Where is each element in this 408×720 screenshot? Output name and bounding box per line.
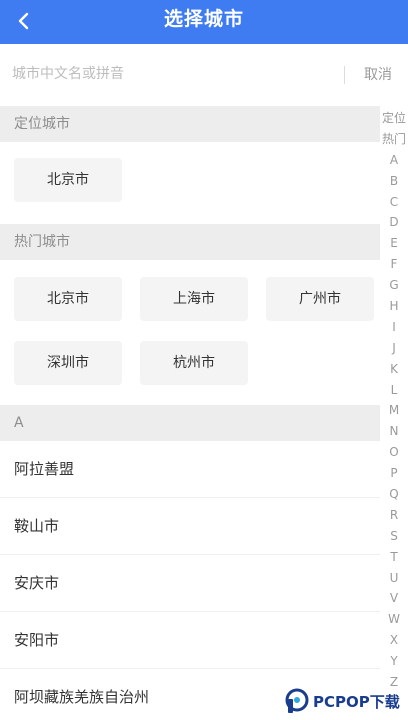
watermark: PCPOP下载 bbox=[284, 682, 408, 720]
index-item-k[interactable]: K bbox=[380, 359, 408, 380]
index-item-w[interactable]: W bbox=[380, 609, 408, 630]
search-input[interactable] bbox=[12, 60, 322, 88]
index-item-a[interactable]: A bbox=[380, 150, 408, 171]
search-bar: 取消 bbox=[0, 44, 408, 104]
pcpop-logo-icon bbox=[285, 688, 309, 713]
index-item-h[interactable]: H bbox=[380, 296, 408, 317]
index-item-r[interactable]: R bbox=[380, 505, 408, 526]
page-title: 选择城市 bbox=[163, 8, 244, 30]
index-item-l[interactable]: L bbox=[380, 380, 408, 401]
hot-city-chip[interactable]: 深圳市 bbox=[14, 341, 122, 385]
index-item-s[interactable]: S bbox=[380, 526, 408, 547]
index-item-o[interactable]: O bbox=[380, 442, 408, 463]
app-header: 选择城市 bbox=[0, 0, 408, 44]
index-item-b[interactable]: B bbox=[380, 171, 408, 192]
hot-city-chip[interactable]: 杭州市 bbox=[140, 341, 248, 385]
index-item-q[interactable]: Q bbox=[380, 484, 408, 505]
index-item-d[interactable]: D bbox=[380, 212, 408, 233]
section-header-location: 定位城市 bbox=[0, 106, 380, 142]
hot-city-chip[interactable]: 广州市 bbox=[266, 277, 374, 321]
index-item-n[interactable]: N bbox=[380, 421, 408, 442]
index-item-c[interactable]: C bbox=[380, 192, 408, 213]
city-list-item[interactable]: 鞍山市 bbox=[0, 498, 380, 555]
index-item-e[interactable]: E bbox=[380, 233, 408, 254]
index-item-x[interactable]: X bbox=[380, 630, 408, 651]
index-item-u[interactable]: U bbox=[380, 568, 408, 589]
city-list-item[interactable]: 安庆市 bbox=[0, 555, 380, 612]
section-header-hot: 热门城市 bbox=[0, 224, 380, 260]
hot-city-chip[interactable]: 北京市 bbox=[14, 277, 122, 321]
hot-city-chip[interactable]: 上海市 bbox=[140, 277, 248, 321]
index-item-f[interactable]: F bbox=[380, 254, 408, 275]
index-item-t[interactable]: T bbox=[380, 547, 408, 568]
location-city-chip[interactable]: 北京市 bbox=[14, 158, 122, 202]
index-item-j[interactable]: J bbox=[380, 338, 408, 359]
city-list-item[interactable]: 安阳市 bbox=[0, 612, 380, 669]
index-item-g[interactable]: G bbox=[380, 275, 408, 296]
index-item-m[interactable]: M bbox=[380, 400, 408, 421]
index-item-hot[interactable]: 热门 bbox=[380, 129, 408, 150]
search-divider bbox=[344, 66, 345, 84]
index-item-y[interactable]: Y bbox=[380, 651, 408, 672]
index-item-i[interactable]: I bbox=[380, 317, 408, 338]
index-item-location[interactable]: 定位 bbox=[380, 108, 408, 129]
city-list-item[interactable]: 阿拉善盟 bbox=[0, 441, 380, 498]
index-item-p[interactable]: P bbox=[380, 463, 408, 484]
cancel-button[interactable]: 取消 bbox=[352, 64, 404, 86]
index-item-v[interactable]: V bbox=[380, 588, 408, 609]
section-header-a: A bbox=[0, 405, 380, 441]
alphabet-index-bar: 定位 热门 A B C D E F G H I J K L M N O P Q … bbox=[380, 108, 408, 693]
watermark-text: PCPOP下载 bbox=[313, 692, 400, 711]
